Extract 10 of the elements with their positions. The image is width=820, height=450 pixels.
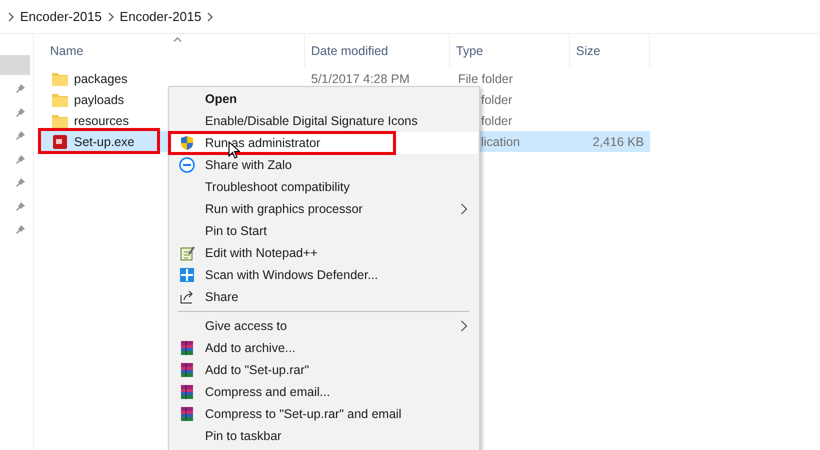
type-cell: File folder	[458, 72, 513, 86]
file-name: payloads	[74, 92, 124, 106]
type-cell: folder	[481, 114, 512, 128]
type-cell: folder	[481, 92, 512, 106]
file-name: packages	[74, 72, 128, 86]
file-name: Set-up.exe	[74, 134, 134, 148]
size-cell: 2,416 KB	[592, 134, 644, 148]
date-cell: 5/1/2017 4:28 PM	[311, 72, 410, 86]
type-cell: lication	[481, 134, 520, 148]
file-name: resources	[74, 114, 129, 128]
